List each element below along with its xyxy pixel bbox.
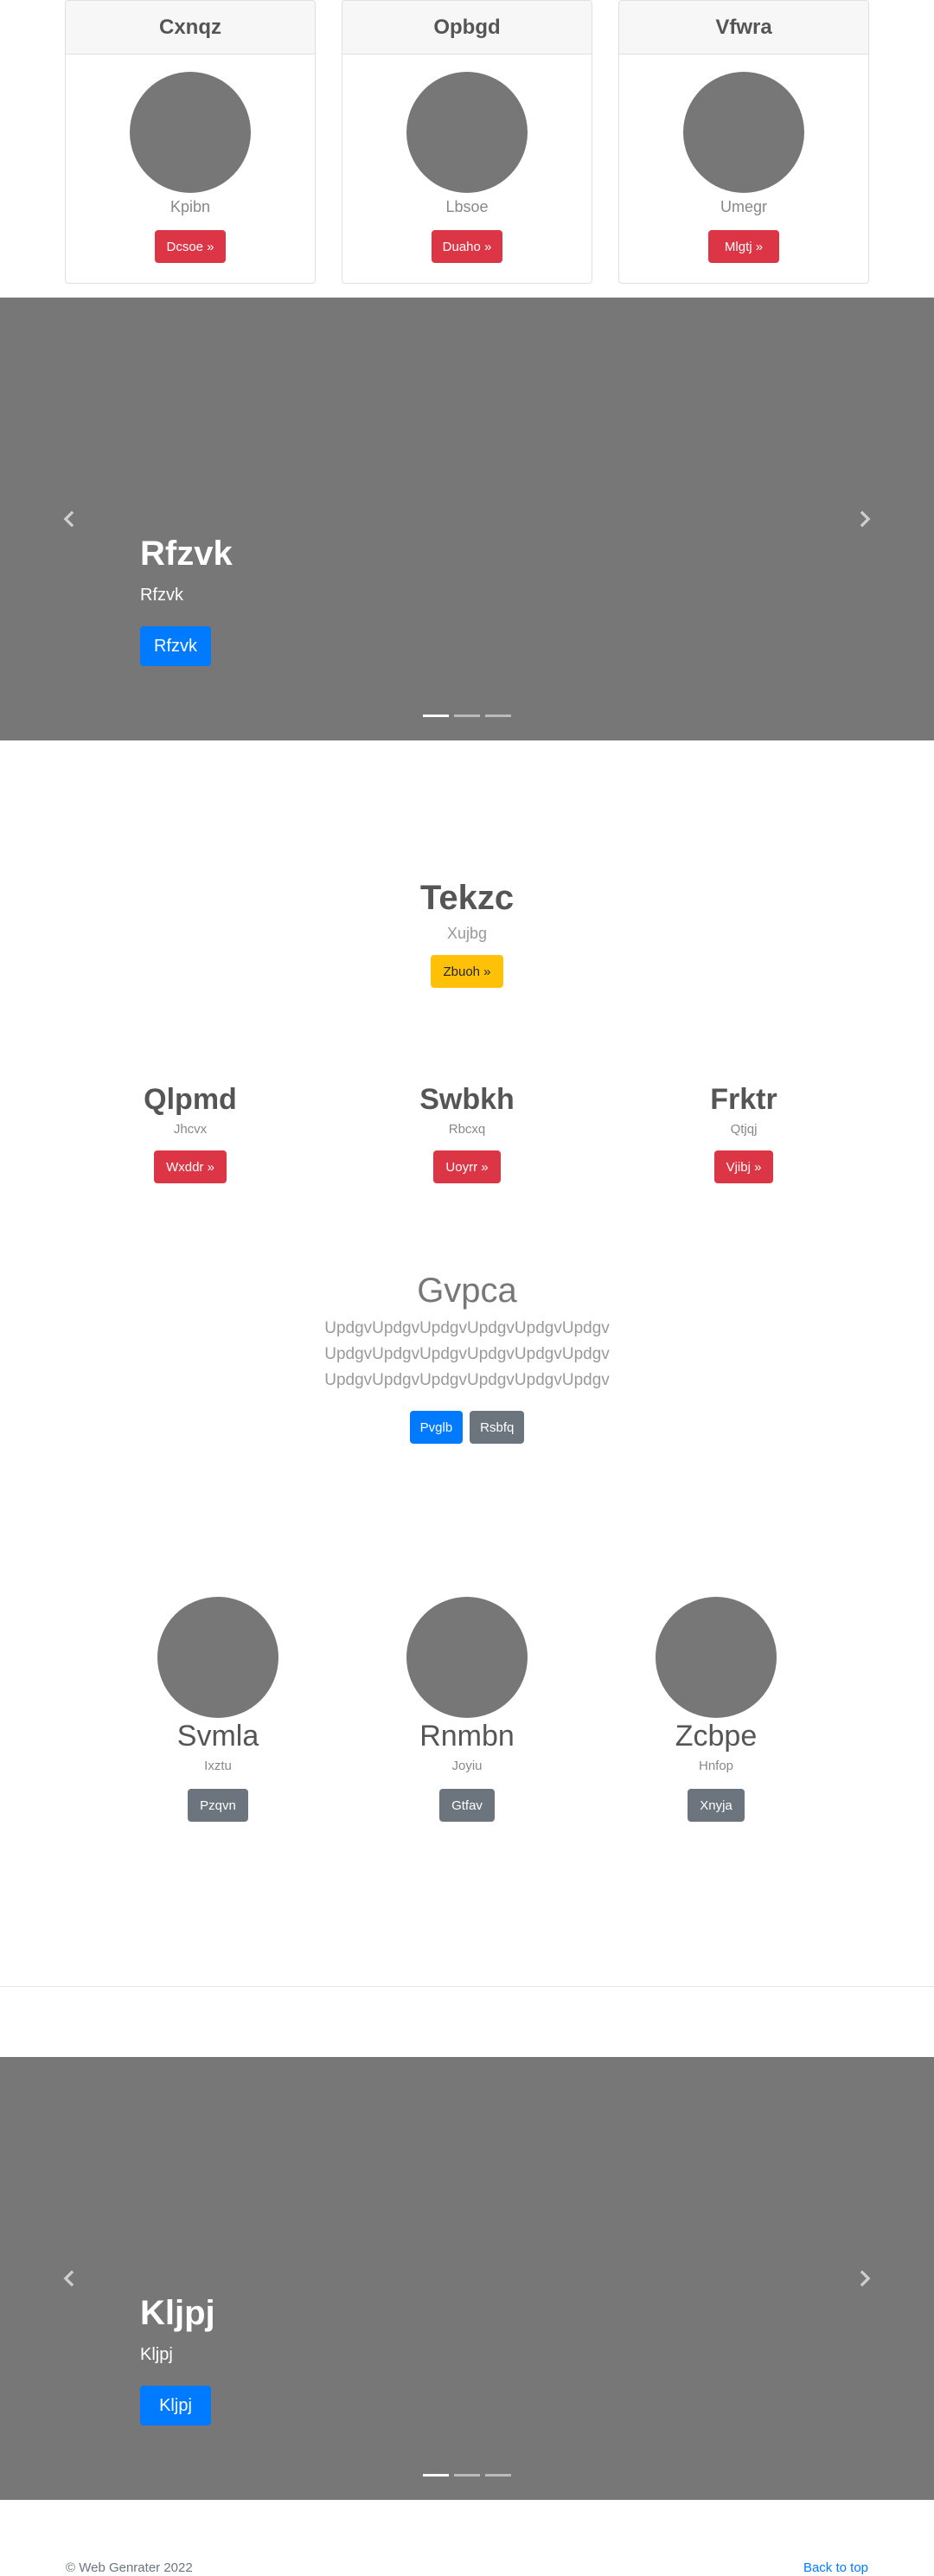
lead-title: Gvpca <box>417 1272 517 1310</box>
carousel-indicator-1[interactable] <box>423 2474 449 2477</box>
card-image-placeholder <box>406 72 528 193</box>
card-button[interactable]: Duaho » <box>432 230 502 263</box>
carousel-text: Rfzvk <box>140 586 183 605</box>
carousel-button[interactable]: Rfzvk <box>140 626 211 666</box>
team-text: Hnfop <box>698 1759 734 1773</box>
lead-primary-button[interactable]: Pvglb <box>409 1411 464 1444</box>
team-text: Ixztu <box>204 1759 232 1773</box>
carousel-title: Kljpj <box>140 2294 215 2332</box>
carousel-indicator-3[interactable] <box>485 2474 511 2477</box>
carousel-top: Rfzvk Rfzvk Rfzvk <box>0 298 934 740</box>
chevron-right-icon <box>860 2270 871 2287</box>
carousel-caption: Kljpj Kljpj Kljpj <box>140 2294 215 2425</box>
card-button[interactable]: Mlgtj » <box>708 230 779 263</box>
hero-title: Tekzc <box>419 879 515 917</box>
carousel-prev-control[interactable] <box>43 298 95 740</box>
team-button[interactable]: Pzqvn <box>188 1789 248 1822</box>
lead-secondary-button[interactable]: Rsbfq <box>470 1411 525 1444</box>
card-button[interactable]: Dcsoe » <box>155 230 226 263</box>
feature-title: Swbkh <box>419 1083 515 1116</box>
card-3: Vfwra Umegr Mlgtj » <box>618 0 869 284</box>
lead-text: UpdgvUpdgvUpdgvUpdgvUpdgvUpdgv UpdgvUpdg… <box>0 1316 934 1394</box>
feature-text: Qtjqj <box>730 1122 758 1137</box>
footer: © Web Genrater 2022 Back to top <box>0 2500 934 2576</box>
carousel-button[interactable]: Kljpj <box>140 2386 211 2425</box>
team-button[interactable]: Xnyja <box>688 1789 745 1822</box>
copyright-text: © Web Genrater 2022 <box>66 2560 193 2575</box>
card-title: Vfwra <box>619 1 868 54</box>
feature-column-3: Frktr Qtjqj Vjibj » <box>640 1083 848 1183</box>
cards-section: Cxnqz Kpibn Dcsoe » Opbgd Lbsoe Duaho » … <box>0 0 934 298</box>
carousel-bottom: Kljpj Kljpj Kljpj <box>0 2057 934 2500</box>
carousel-title: Rfzvk <box>140 535 233 573</box>
carousel-prev-control[interactable] <box>43 2057 95 2500</box>
card-subtitle: Umegr <box>720 198 767 215</box>
hero-button[interactable]: Zbuoh » <box>431 955 503 988</box>
carousel-indicator-1[interactable] <box>423 714 449 717</box>
avatar <box>157 1597 278 1718</box>
lead-section: Gvpca UpdgvUpdgvUpdgvUpdgvUpdgvUpdgv Upd… <box>0 1272 934 1444</box>
team-button[interactable]: Gtfav <box>439 1789 495 1822</box>
team-name: Svmla <box>176 1720 259 1753</box>
team-member-1: Svmla Ixztu Pzqvn <box>114 1597 322 1822</box>
chevron-left-icon <box>63 2270 74 2287</box>
carousel-next-control[interactable] <box>839 2057 891 2500</box>
lead-line: UpdgvUpdgvUpdgvUpdgvUpdgvUpdgv <box>324 1371 610 1389</box>
card-image-placeholder <box>683 72 804 193</box>
feature-title: Qlpmd <box>144 1083 237 1116</box>
back-to-top-link[interactable]: Back to top <box>803 2560 868 2575</box>
carousel-indicators <box>0 714 934 717</box>
card-subtitle: Lbsoe <box>445 198 489 215</box>
lead-buttons: Pvglb Rsbfq <box>0 1411 934 1444</box>
feature-text: Rbcxq <box>448 1122 486 1137</box>
avatar <box>406 1597 528 1718</box>
feature-button[interactable]: Uoyrr » <box>433 1150 501 1183</box>
carousel-next-control[interactable] <box>839 298 891 740</box>
feature-title: Frktr <box>710 1083 777 1116</box>
card-image-placeholder <box>130 72 251 193</box>
card-2: Opbgd Lbsoe Duaho » <box>342 0 592 284</box>
chevron-right-icon <box>860 510 871 528</box>
feature-button[interactable]: Wxddr » <box>154 1150 227 1183</box>
carousel-caption: Rfzvk Rfzvk Rfzvk <box>140 535 233 666</box>
carousel-indicators <box>0 2474 934 2477</box>
carousel-indicator-2[interactable] <box>454 2474 480 2477</box>
team-name: Rnmbn <box>419 1720 515 1753</box>
feature-text: Jhcvx <box>173 1122 208 1137</box>
team-member-2: Rnmbn Joyiu Gtfav <box>363 1597 571 1822</box>
card-1: Cxnqz Kpibn Dcsoe » <box>65 0 316 284</box>
avatar <box>656 1597 777 1718</box>
team-member-3: Zcbpe Hnfop Xnyja <box>612 1597 820 1822</box>
card-subtitle: Kpibn <box>170 198 211 215</box>
hero-section: Tekzc Xujbg Zbuoh » <box>0 879 934 988</box>
lead-line: UpdgvUpdgvUpdgvUpdgvUpdgvUpdgv <box>324 1319 610 1337</box>
team-name: Zcbpe <box>675 1720 758 1753</box>
feature-column-1: Qlpmd Jhcvx Wxddr » <box>86 1083 294 1183</box>
feature-button[interactable]: Vjibj » <box>713 1150 774 1183</box>
hero-subtitle: Xujbg <box>446 925 488 942</box>
feature-column-2: Swbkh Rbcxq Uoyrr » <box>363 1083 571 1183</box>
carousel-indicator-2[interactable] <box>454 714 480 717</box>
section-divider <box>0 1986 934 1987</box>
chevron-left-icon <box>63 510 74 528</box>
card-title: Cxnqz <box>66 1 315 54</box>
carousel-text: Kljpj <box>140 2345 173 2364</box>
carousel-indicator-3[interactable] <box>485 714 511 717</box>
card-title: Opbgd <box>342 1 592 54</box>
lead-line: UpdgvUpdgvUpdgvUpdgvUpdgvUpdgv <box>324 1345 610 1363</box>
team-text: Joyiu <box>451 1759 483 1773</box>
